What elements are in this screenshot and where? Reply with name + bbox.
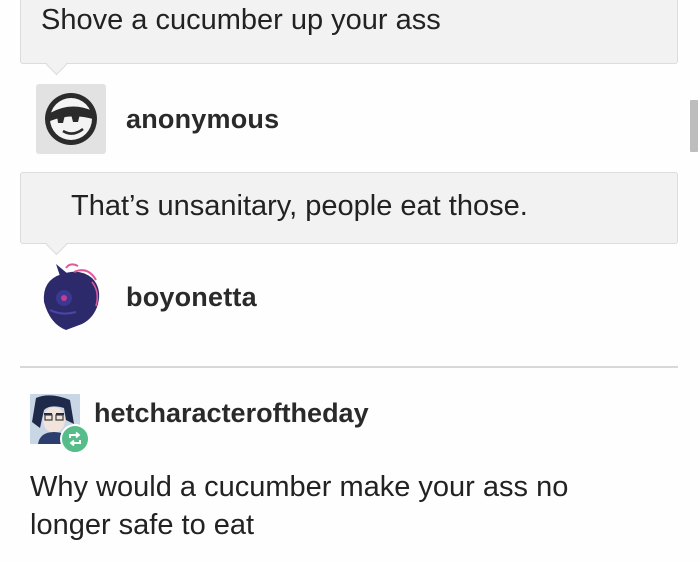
- ask-bubble-1: Shove a cucumber up your ass: [20, 0, 678, 64]
- reblog-badge: [60, 424, 90, 454]
- sunglasses-face-icon: [45, 93, 97, 145]
- reblogger-row[interactable]: hetcharacteroftheday: [30, 394, 369, 454]
- boyonetta-avatar[interactable]: [36, 262, 106, 332]
- asker-username-boyonetta[interactable]: boyonetta: [126, 282, 257, 313]
- reblog-divider: [20, 366, 678, 368]
- asker-username-anonymous[interactable]: anonymous: [126, 104, 279, 135]
- asker-row-boyonetta[interactable]: boyonetta: [36, 262, 257, 332]
- reply-text: Why would a cucumber make your ass no lo…: [30, 471, 569, 542]
- ask-text-1: Shove a cucumber up your ass: [41, 4, 441, 36]
- post: Shove a cucumber up your ass anonymous T…: [0, 0, 700, 562]
- asker-row-anonymous[interactable]: anonymous: [36, 84, 279, 154]
- reblogger-username[interactable]: hetcharacteroftheday: [94, 398, 369, 429]
- ask-bubble-2: That’s unsanitary, people eat those.: [20, 172, 678, 244]
- scrollbar-thumb[interactable]: [690, 100, 698, 152]
- pony-avatar-icon: [43, 263, 100, 330]
- reblog-icon: [69, 431, 81, 447]
- ask-text-2: That’s unsanitary, people eat those.: [71, 190, 528, 222]
- reblogger-avatar[interactable]: [30, 394, 90, 454]
- anonymous-avatar[interactable]: [36, 84, 106, 154]
